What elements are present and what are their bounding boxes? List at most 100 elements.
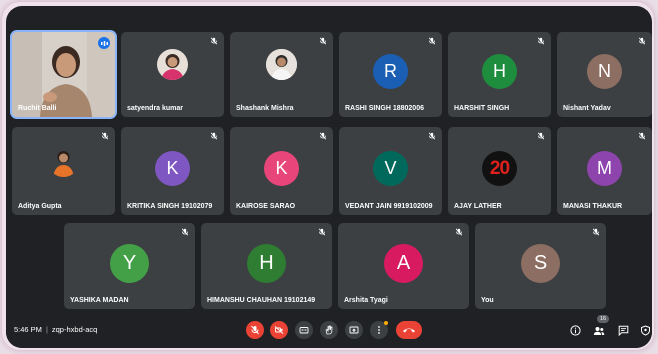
participant-name: KAIROSE SARAO	[236, 203, 296, 210]
participant-tile[interactable]: Shashank Mishra	[230, 32, 333, 117]
avatar: K	[264, 151, 299, 186]
control-bar: 5:46 PM | zqp-hxbd-acq 16	[6, 312, 652, 348]
avatar-initial: A	[396, 252, 411, 274]
people-button[interactable]: 16	[592, 315, 609, 337]
avatar: S	[521, 244, 560, 283]
more-options-button[interactable]	[370, 321, 388, 339]
participant-name: Shashank Mishra	[236, 105, 294, 112]
participant-tile[interactable]: K KRITIKA SINGH 19102079	[121, 127, 224, 215]
avatar-initial: H	[259, 252, 274, 274]
chat-icon	[618, 325, 628, 336]
info-icon	[569, 324, 581, 336]
meeting-code: zqp-hxbd-acq	[51, 325, 98, 334]
participant-name: Arshita Tyagi	[344, 297, 388, 304]
participant-tile[interactable]: H HARSHIT SINGH	[448, 32, 551, 117]
mic-off-icon	[638, 37, 646, 45]
mic-off-icon	[181, 228, 189, 236]
participant-name: satyendra kumar	[127, 105, 184, 112]
profile-photo: 20	[482, 151, 517, 186]
participant-name: KRITIKA SINGH 19102079	[127, 203, 213, 210]
camera-off-icon	[274, 326, 284, 334]
mic-off-icon	[210, 37, 218, 45]
meeting-time: 5:46 PM	[14, 325, 42, 334]
participant-name: Aditya Gupta	[18, 203, 62, 210]
profile-photo	[48, 146, 79, 177]
avatar: A	[384, 244, 423, 283]
notification-dot	[384, 321, 388, 325]
mic-off-icon	[592, 228, 600, 236]
participant-tile[interactable]: Y YASHIKA MADAN	[64, 223, 195, 309]
participant-name: HARSHIT SINGH	[454, 105, 510, 112]
mic-off-icon	[251, 325, 259, 335]
participant-name: RASHI SINGH 18802006	[345, 105, 424, 112]
avatar: H	[247, 244, 286, 283]
participant-name: VEDANT JAIN 9919102009	[345, 203, 433, 210]
profile-photo	[157, 49, 188, 80]
raise-hand-icon	[325, 325, 333, 335]
participant-name: Nishant Yadav	[563, 105, 611, 112]
avatar-initial: M	[597, 158, 612, 178]
avatar-initial: K	[275, 158, 288, 178]
avatar: N	[587, 54, 622, 89]
chat-button[interactable]	[616, 323, 630, 337]
avatar: K	[155, 151, 190, 186]
mic-off-icon	[319, 37, 327, 45]
mic-off-icon	[318, 228, 326, 236]
mic-off-icon	[455, 228, 463, 236]
mic-off-icon	[537, 37, 545, 45]
end-call-icon	[403, 328, 415, 333]
participant-count-badge: 16	[597, 315, 609, 323]
profile-photo-number: 20	[489, 157, 510, 179]
avatar-initial: K	[166, 158, 179, 178]
speaking-indicator-icon	[98, 37, 110, 49]
mic-off-icon	[428, 37, 436, 45]
mic-off-icon	[101, 132, 109, 140]
participant-tile[interactable]: M MANASI THAKUR	[557, 127, 652, 215]
meeting-details-button[interactable]	[568, 323, 582, 337]
raise-hand-button[interactable]	[320, 321, 338, 339]
avatar: Y	[110, 244, 149, 283]
participant-name: HIMANSHU CHAUHAN 19102149	[207, 297, 316, 304]
participant-tile[interactable]: 20 AJAY LATHER	[448, 127, 551, 215]
mic-off-icon	[319, 132, 327, 140]
participant-tile[interactable]: Aditya Gupta	[12, 127, 115, 215]
participant-name: Ruchit Balli	[18, 105, 57, 112]
avatar-initial: V	[384, 158, 397, 178]
participant-name: MANASI THAKUR	[563, 203, 623, 210]
participant-tile[interactable]: R RASHI SINGH 18802006	[339, 32, 442, 117]
captions-button[interactable]	[295, 321, 313, 339]
avatar: V	[373, 151, 408, 186]
avatar-initial: R	[384, 61, 397, 81]
participant-name: AJAY LATHER	[454, 203, 502, 210]
meta-separator: |	[45, 325, 48, 334]
participant-tile[interactable]: A Arshita Tyagi	[338, 223, 469, 309]
avatar: R	[373, 54, 408, 89]
avatar-initial: S	[533, 252, 548, 274]
participant-tile[interactable]: S You	[475, 223, 606, 309]
present-icon	[349, 326, 359, 334]
participant-tile[interactable]: K KAIROSE SARAO	[230, 127, 333, 215]
meeting-details: 5:46 PM | zqp-hxbd-acq	[14, 325, 97, 334]
participant-tile[interactable]: V VEDANT JAIN 9919102009	[339, 127, 442, 215]
avatar-initial: N	[598, 61, 611, 81]
participant-tile[interactable]: satyendra kumar	[121, 32, 224, 117]
participant-tile[interactable]: H HIMANSHU CHAUHAN 19102149	[201, 223, 332, 309]
leave-call-button[interactable]	[396, 321, 422, 339]
camera-toggle-button[interactable]	[270, 321, 288, 339]
mic-off-icon	[210, 132, 218, 140]
avatar: H	[482, 54, 517, 89]
mic-off-icon	[537, 132, 545, 140]
avatar-initial: H	[493, 61, 506, 81]
mic-off-icon	[638, 132, 646, 140]
avatar-initial: Y	[122, 252, 137, 274]
more-options-icon	[378, 326, 380, 334]
participant-tile[interactable]: N Nishant Yadav	[557, 32, 652, 117]
meeting-window: Ruchit Balli satyendra kumar Shashank Mi…	[6, 6, 652, 348]
avatar: M	[587, 151, 622, 186]
mic-toggle-button[interactable]	[246, 321, 264, 339]
captions-icon	[299, 327, 309, 334]
activities-button[interactable]	[638, 323, 652, 337]
present-now-button[interactable]	[345, 321, 363, 339]
participant-name: YASHIKA MADAN	[70, 297, 129, 304]
participant-tile[interactable]: Ruchit Balli	[12, 32, 115, 117]
